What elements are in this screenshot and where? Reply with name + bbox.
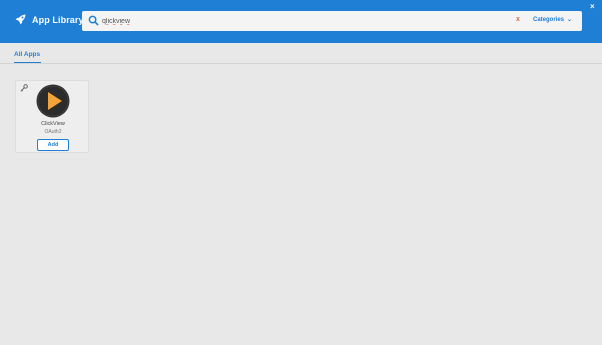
categories-dropdown[interactable]: Categories ⌄: [533, 16, 573, 24]
app-card[interactable]: ClickView OAuth2 Add: [15, 80, 89, 153]
chevron-down-icon: ⌄: [567, 17, 573, 23]
brand[interactable]: App Library: [14, 13, 84, 26]
clear-search-button[interactable]: x: [516, 16, 520, 23]
search-input[interactable]: [102, 14, 502, 28]
brand-title: App Library: [32, 14, 84, 25]
search-icon: [88, 15, 99, 26]
close-button[interactable]: ×: [590, 2, 595, 11]
tab-bar: All Apps: [0, 43, 602, 64]
categories-label: Categories: [533, 16, 565, 23]
app-name: ClickView: [41, 121, 65, 127]
key-icon: [20, 84, 28, 92]
app-auth-type: OAuth2: [44, 129, 62, 135]
header: App Library x Categories ⌄ ×: [0, 0, 602, 43]
tab-all-apps[interactable]: All Apps: [14, 51, 40, 58]
rocket-icon: [15, 14, 26, 25]
add-app-button[interactable]: Add: [37, 139, 69, 151]
divider: [0, 63, 602, 64]
search-bar[interactable]: x Categories ⌄: [82, 11, 582, 31]
play-icon: [36, 84, 70, 118]
